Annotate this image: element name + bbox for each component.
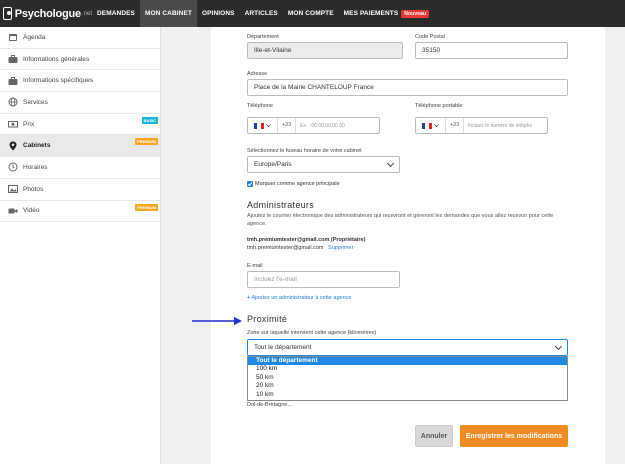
sidebar-item-label: Vidéo <box>23 207 40 215</box>
logo-text: Psychologue <box>14 7 81 20</box>
chevron-down-icon <box>386 159 395 167</box>
sidebar-item-label: Services <box>23 98 48 106</box>
sidebar-item-horaires[interactable]: Horaires <box>0 157 160 179</box>
sidebar-item-label: Photos <box>23 185 44 193</box>
zone-option[interactable]: 10 km <box>248 391 567 399</box>
nav-demandes[interactable]: DEMANDES <box>92 0 140 27</box>
french-flag-icon <box>254 122 264 129</box>
admins-title: Administrateurs <box>247 200 315 210</box>
briefcase-icon <box>8 54 18 64</box>
image-icon <box>8 184 18 194</box>
sidebar-item-video[interactable]: Vidéo PREMIUM <box>0 201 160 223</box>
code-postal-label: Code Postal <box>415 34 445 40</box>
add-admin-link[interactable]: + Ajoutez un administrateur à cette agen… <box>247 295 351 301</box>
calendar-icon <box>8 32 18 42</box>
new-badge: Nouveau <box>401 9 430 18</box>
nav-mes-paiements[interactable]: MES PAIEMENTS Nouveau <box>339 0 434 27</box>
town-text: Dol-de-Bretagne... <box>247 402 292 408</box>
adresse-label: Adresse <box>247 71 268 77</box>
briefcase-icon <box>8 76 18 86</box>
logo-icon <box>3 7 12 20</box>
sidebar-item-photos[interactable]: Photos <box>0 179 160 201</box>
video-icon <box>8 206 18 216</box>
save-button[interactable]: Enregistrer les modifications <box>460 425 568 447</box>
globe-icon <box>8 97 18 107</box>
zone-option[interactable]: 100 km <box>248 365 567 373</box>
timezone-value: Europe/Paris <box>254 161 292 168</box>
french-flag-icon <box>422 122 432 129</box>
portable-placeholder: Incluez le numéro de télépho <box>468 122 533 129</box>
telephone-placeholder: Ex. : 00 00 00 00 00 <box>300 122 345 129</box>
sidebar-item-label: Cabinets <box>23 142 51 150</box>
sidebar-item-services[interactable]: Services <box>0 92 160 114</box>
admins-description: Ajoutez le courrier électronique des adm… <box>247 213 554 227</box>
email-label: E-mail <box>247 263 263 269</box>
zone-option[interactable]: 50 km <box>248 374 567 382</box>
sidebar-item-informations-specifiques[interactable]: Informations spécifiques <box>0 70 160 93</box>
portable-label: Téléphone portable <box>415 103 463 109</box>
sidebar-item-label: Informations générales <box>23 55 90 63</box>
plus-icon: + <box>247 295 251 301</box>
nav-mon-cabinet[interactable]: MON CABINET <box>140 0 197 27</box>
remove-admin-link[interactable]: Supprimer <box>328 245 353 251</box>
annotation-arrow-icon <box>192 317 242 325</box>
zone-option[interactable]: 20 km <box>248 382 567 390</box>
cancel-button[interactable]: Annuler <box>415 425 453 447</box>
telephone-field[interactable]: +33 Ex. : 00 00 00 00 00 <box>247 117 380 134</box>
sidebar-item-informations-generales[interactable]: Informations générales <box>0 49 160 71</box>
logo-suffix: .net <box>81 10 92 17</box>
site-logo[interactable]: Psychologue .net <box>0 0 92 27</box>
chevron-down-icon <box>434 122 439 127</box>
telephone-prefix: +33 <box>278 118 296 133</box>
map-pin-icon <box>8 141 18 151</box>
sidebar-item-label: Informations spécifiques <box>23 77 94 85</box>
nav-mon-compte[interactable]: MON COMPTE <box>283 0 339 27</box>
sidebar-item-agenda[interactable]: Agenda <box>0 27 160 49</box>
sidebar-item-prix[interactable]: Prix BASIC <box>0 114 160 136</box>
clock-icon <box>8 162 18 172</box>
timezone-select[interactable]: Europe/Paris <box>247 156 400 173</box>
money-icon <box>8 119 18 129</box>
premium-badge: PREMIUM <box>135 203 158 211</box>
portable-prefix: +33 <box>446 118 464 133</box>
zone-selected-value: Tout le département <box>254 344 312 351</box>
departement-field[interactable]: Ille-et-Vilaine <box>247 42 403 59</box>
email-input[interactable]: Incluez l'e-mail <box>247 271 400 288</box>
country-selector[interactable] <box>416 118 446 133</box>
top-navbar: Psychologue .net DEMANDES MON CABINET OP… <box>0 0 625 27</box>
chevron-down-icon <box>554 342 563 350</box>
add-admin-label: Ajoutez un administrateur à cette agence <box>251 295 352 301</box>
zone-option[interactable]: Tout le département <box>248 357 567 366</box>
country-selector[interactable] <box>248 118 278 133</box>
chevron-down-icon <box>266 122 271 127</box>
nav-articles[interactable]: ARTICLES <box>240 0 283 27</box>
adresse-field[interactable]: Place de la Mairie CHANTELOUP France <box>247 79 568 96</box>
timezone-label: Sélectionnez le fuseau horaire de votre … <box>247 148 362 154</box>
nav-mes-paiements-label: MES PAIEMENTS <box>343 10 399 17</box>
main-agency-checkbox[interactable] <box>247 181 253 187</box>
zone-label: Zone sur laquelle intervient cette agenc… <box>247 330 377 336</box>
zone-select[interactable]: Tout le département <box>247 339 568 356</box>
sidebar-item-label: Agenda <box>23 33 46 41</box>
telephone-label: Téléphone <box>247 103 273 109</box>
sidebar: Agenda Informations générales Informatio… <box>0 27 161 464</box>
portable-field[interactable]: +33 Incluez le numéro de télépho <box>415 117 548 134</box>
zone-dropdown-list: Tout le département 100 km 50 km 20 km 1… <box>247 356 568 401</box>
email-placeholder: Incluez l'e-mail <box>254 276 297 283</box>
proximity-title: Proximité <box>247 314 288 324</box>
main-agency-label: Marquer comme agence principale <box>255 181 340 187</box>
code-postal-field[interactable]: 35150 <box>415 42 568 59</box>
nav-opinions[interactable]: OPINIONS <box>197 0 240 27</box>
premium-badge: PREMIUM <box>135 138 158 146</box>
basic-badge: BASIC <box>141 116 158 124</box>
admin-email-row: tmh.premiumtester@gmail.com Supprimer <box>247 244 353 252</box>
departement-label: Département <box>247 34 279 40</box>
sidebar-item-cabinets[interactable]: Cabinets PREMIUM <box>0 135 160 158</box>
admin-email: tmh.premiumtester@gmail.com <box>247 245 324 251</box>
sidebar-item-label: Prix <box>23 120 35 128</box>
sidebar-item-label: Horaires <box>23 163 48 171</box>
owner-email: tmh.premiumtester@gmail.com (Propriétair… <box>247 237 366 243</box>
